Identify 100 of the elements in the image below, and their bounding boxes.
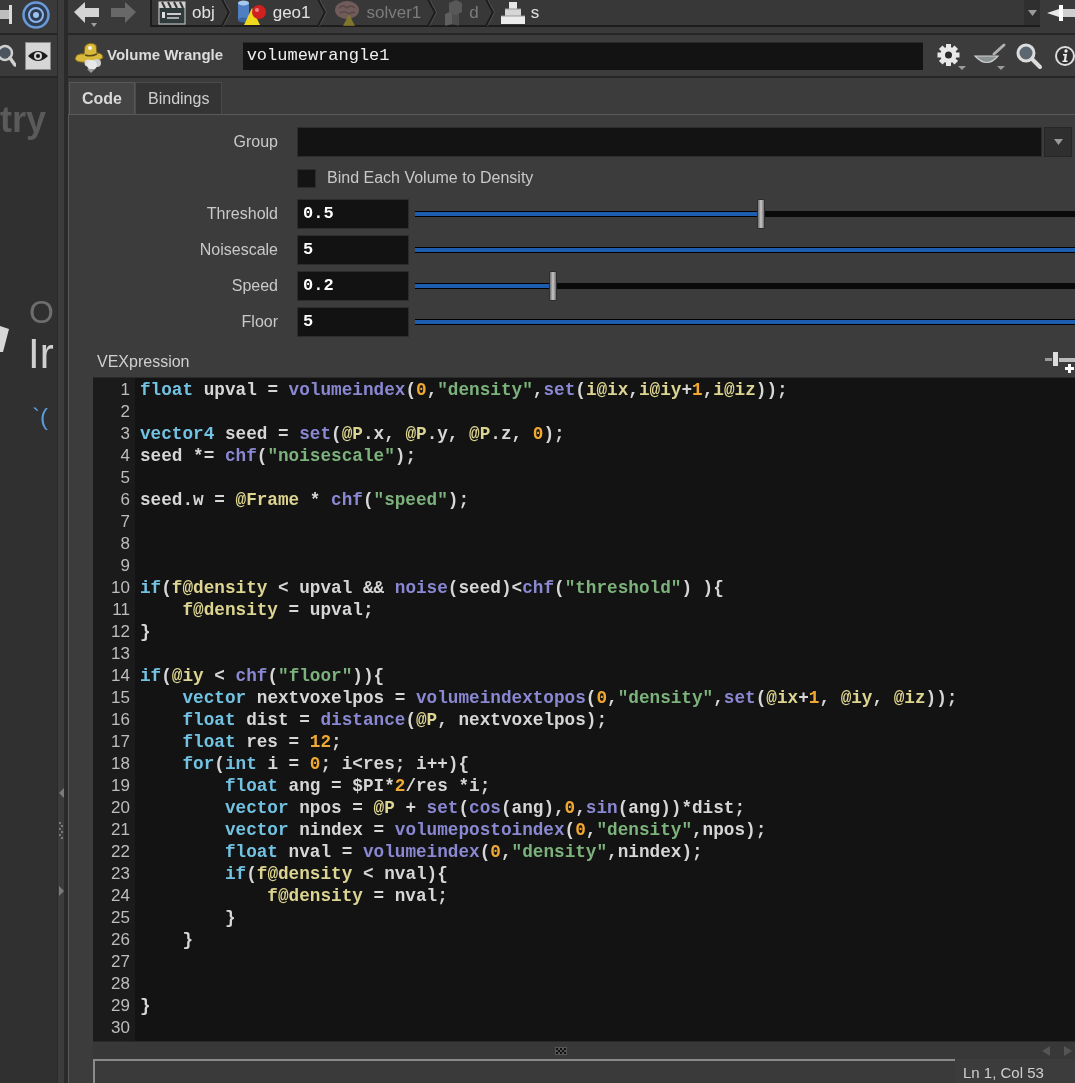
caret-icon [1027,9,1037,16]
blocks-icon [443,0,464,26]
line-number: 5 [120,467,130,489]
node-name-field[interactable]: volumewrangle1 [242,41,923,70]
breadcrumb-item[interactable]: s [494,0,546,25]
label-fragment: O [29,296,55,328]
code-line: float res = 12; [181,731,342,753]
brain-icon [332,0,361,26]
parameter-label: Noisescale [199,240,278,260]
line-number: 8 [120,533,130,555]
code-line: float upval = volumeindex(0,"density",set(i@ix,i@iy+1,i@iz)); [140,379,788,401]
slider-track[interactable] [415,199,1075,229]
parameter-label: Group [233,132,278,152]
code-line: vector nindex = volumepostoindex(0,"density",npos); [223,819,767,841]
breadcrumb-item[interactable]: obj [152,0,221,25]
line-number: 28 [111,973,130,995]
checkbox-label: Bind Each Volume to Density [327,168,534,188]
line-number: 12 [111,621,130,643]
back-arrow-icon[interactable] [72,0,102,28]
line-number: 25 [111,907,130,929]
line-number: 30 [111,1017,130,1039]
code-line: } [140,995,151,1017]
code-line: vector nextvoxelpos = volumeindextopos(0,"density",set(@ix+1, @iy, @iz)); [181,687,958,709]
line-number: 20 [111,797,130,819]
wedge-icon [0,326,10,352]
tab[interactable]: Code [69,82,135,114]
eye-icon[interactable] [25,41,51,70]
shapes-icon [236,0,267,26]
line-number: 14 [111,665,130,687]
line-number: 6 [120,489,130,511]
tab[interactable]: Bindings [135,82,223,114]
code-line: float nval = volumeindex(0,"density",nindex); [223,841,703,863]
search-icon[interactable] [1015,41,1043,70]
line-number: 4 [120,445,130,467]
parameter-label: Threshold [206,204,278,224]
stack-icon [500,0,525,25]
value-field[interactable]: 5 [297,307,409,337]
heading-fragment: Ir [28,333,54,375]
group-dropdown-button[interactable] [1044,127,1072,157]
code-line: if(f@density < nval){ [223,863,448,885]
line-number: 27 [111,951,130,973]
handle-icon [0,3,13,25]
value-field[interactable]: 5 [297,235,409,265]
code-line: } [140,621,151,643]
grip-icon[interactable] [555,1046,567,1055]
right-triangle-icon[interactable] [58,886,64,896]
checkbox[interactable] [297,168,316,188]
slider-thumb[interactable] [756,199,765,229]
line-number: 11 [112,599,130,621]
line-number: 2 [120,401,130,423]
left-triangle-icon[interactable] [58,788,64,798]
line-number: 9 [120,555,130,577]
code-line: float ang = $PI*2/res *i; [223,775,491,797]
code-line: seed.w = @Frame * chf("speed"); [140,489,470,511]
breadcrumb-item[interactable]: geo1 [230,0,317,25]
breadcrumb-dropdown-button[interactable] [1024,0,1040,25]
cursor-position: Ln 1, Col 53 [963,1063,1044,1083]
code-line: } [181,929,194,951]
line-number: 17 [111,731,130,753]
line-number: 26 [111,929,130,951]
parameter-label: Floor [241,312,278,332]
code-line: if(f@density < upval && noise(seed)<chf("threshold") ){ [140,577,724,599]
group-field[interactable] [297,127,1042,157]
mark-fragment: `( [32,405,49,429]
code-line: vector npos = @P + set(cos(ang),0,sin(ang))*dist; [223,797,746,819]
line-number: 24 [111,885,130,907]
value-field[interactable]: 0.5 [297,199,409,229]
code-line: vector4 seed = set(@P.x, @P.y, @P.z, 0); [140,423,565,445]
line-number: 16 [111,709,130,731]
slider-thumb[interactable] [548,271,557,301]
line-number: 23 [111,863,130,885]
line-number: 7 [120,511,130,533]
code-line: f@density = nval; [266,885,448,907]
line-number: 29 [111,995,130,1017]
code-editor[interactable] [93,377,1075,1041]
line-number: 21 [111,819,130,841]
code-line: for(int i = 0; i<res; i++){ [181,753,470,775]
grip-icon[interactable] [59,822,63,840]
line-number: 3 [120,423,130,445]
line-number: 15 [111,687,130,709]
code-line: f@density = upval; [181,599,374,621]
code-line: if(@iy < chf("floor")){ [140,665,385,687]
parameter-label: Speed [231,276,278,296]
slider-plus-icon[interactable] [1045,349,1075,375]
code-line: } [223,907,236,929]
node-type-label: Volume Wrangle [107,45,225,66]
line-number: 22 [111,841,130,863]
info-icon[interactable] [1055,44,1075,67]
slider-track[interactable] [415,271,1075,301]
caret-icon [1053,139,1063,145]
target-icon[interactable] [22,1,50,29]
value-field[interactable]: 0.2 [297,271,409,301]
line-number: 13 [111,643,130,665]
line-number: 18 [111,753,130,775]
section-label: VEXpression [97,352,190,372]
line-number: 1 [120,379,130,401]
search-icon[interactable] [0,42,16,69]
code-line: float dist = distance(@P, nextvoxelpos); [181,709,608,731]
horizontal-scrollbar[interactable] [93,1041,1075,1059]
code-line: seed *= chf("noisescale"); [140,445,416,467]
